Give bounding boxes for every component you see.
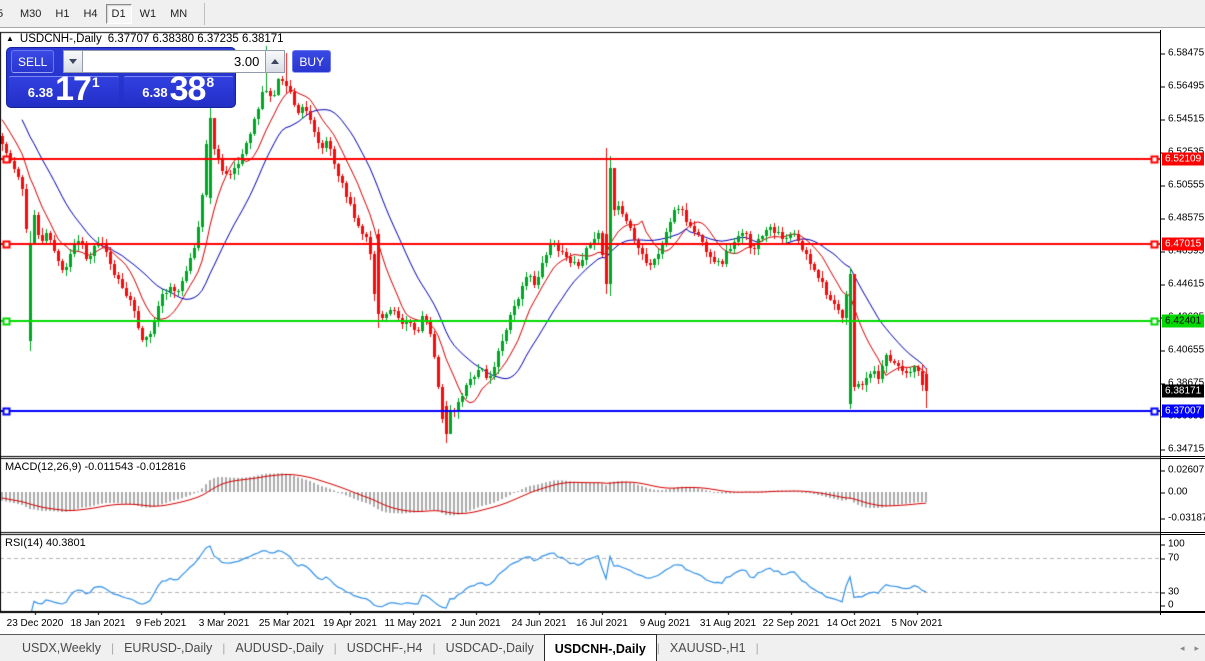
price-tick-label: 6.40655 (1161, 345, 1205, 356)
macd-scale-label: 0.00 (1161, 487, 1205, 498)
pane-separator (1161, 458, 1205, 459)
chart-tab-usdchf-h4[interactable]: USDCHF-,H4 (337, 635, 433, 661)
price-axis[interactable]: 6.584756.564956.545156.525356.505556.485… (1160, 30, 1205, 615)
rsi-indicator-label: RSI(14) 40.3801 (5, 537, 86, 549)
pane-separator (1161, 456, 1205, 457)
timeframe-button-mn[interactable]: MN (164, 4, 193, 24)
timeframe-button-h4[interactable]: H4 (77, 4, 103, 24)
price-tick-label: 6.34715 (1161, 444, 1205, 455)
buy-price-pip-digit: 8 (206, 74, 214, 90)
timeframe-toolbar: 5M30H1H4D1W1MN (0, 0, 1205, 28)
date-label: 18 Jan 2021 (70, 618, 125, 629)
rsi-scale-label: 70 (1161, 553, 1205, 564)
sell-price-pip-digit: 1 (92, 74, 100, 90)
date-label: 31 Aug 2021 (700, 618, 756, 629)
chart-title: ▲ USDCNH-,Daily 6.37707 6.38380 6.37235 … (6, 33, 284, 45)
price-chart-canvas[interactable] (0, 30, 1160, 615)
one-click-trading-panel: SELL BUY 6.38171 6.38388 (6, 47, 236, 108)
price-tick-label: 6.48575 (1161, 213, 1205, 224)
rsi-scale-label: 100 (1161, 539, 1205, 550)
macd-scale-label: 0.02607 (1161, 465, 1205, 476)
chart-tab-xauusd-h1[interactable]: XAUUSD-,H1 (660, 635, 756, 661)
volume-increase-button[interactable] (265, 50, 285, 73)
tabs-scroll-right-button[interactable]: ▸ (1194, 643, 1199, 654)
price-tick-label: 6.56495 (1161, 81, 1205, 92)
price-tick-label: 6.54515 (1161, 114, 1205, 125)
date-label: 2 Jun 2021 (451, 618, 501, 629)
buy-button[interactable]: BUY (292, 50, 331, 73)
timeframe-button-h1[interactable]: H1 (49, 4, 75, 24)
chart-tab-usdcad-daily[interactable]: USDCAD-,Daily (436, 635, 544, 661)
symbol-direction-icon: ▲ (6, 34, 14, 43)
date-label: 9 Feb 2021 (136, 618, 187, 629)
chart-symbol-label: USDCNH-,Daily (20, 33, 102, 45)
date-label: 16 Jul 2021 (576, 618, 628, 629)
timeframe-button-d1[interactable]: D1 (106, 4, 132, 24)
support-2-price-tag: 6.37007 (1162, 404, 1204, 417)
price-tick-label: 6.44615 (1161, 279, 1205, 290)
chart-tabs: USDX,Weekly|EURUSD-,Daily|AUDUSD-,Daily|… (0, 635, 759, 661)
resistance-2-price-tag: 6.47015 (1162, 238, 1204, 251)
sell-price-big-digits: 17 (55, 74, 91, 104)
date-label: 9 Aug 2021 (640, 618, 691, 629)
chart-ohlc-values: 6.37707 6.38380 6.37235 6.38171 (108, 33, 284, 45)
pane-separator (1161, 532, 1205, 533)
date-label: 3 Mar 2021 (199, 618, 250, 629)
chart-window: ▲ USDCNH-,Daily 6.37707 6.38380 6.37235 … (0, 30, 1205, 632)
date-label: 23 Dec 2020 (7, 618, 64, 629)
timeframe-button-5[interactable]: 5 (0, 4, 12, 24)
chart-tab-audusd-daily[interactable]: AUDUSD-,Daily (225, 635, 333, 661)
date-label: 14 Oct 2021 (827, 618, 881, 629)
pane-separator (1161, 534, 1205, 535)
resistance-1-price-tag: 6.52109 (1162, 153, 1204, 166)
buy-price-big-digits: 38 (170, 74, 206, 104)
chart-tab-eurusd-daily[interactable]: EURUSD-,Daily (114, 635, 222, 661)
triangle-up-icon (271, 59, 279, 64)
triangle-down-icon (69, 59, 77, 64)
current-price-tag: 6.38171 (1162, 385, 1204, 398)
toolbar-separator (204, 3, 205, 25)
date-label: 11 May 2021 (384, 618, 441, 629)
price-tick-label: 6.50555 (1161, 180, 1205, 191)
mt4-terminal-window: 5M30H1H4D1W1MN ▲ USDCNH-,Daily 6.37707 6… (0, 0, 1205, 661)
timeframe-button-w1[interactable]: W1 (134, 4, 163, 24)
time-axis[interactable]: 23 Dec 2020 18 Jan 2021 9 Feb 2021 3 Mar 20… (0, 615, 1160, 632)
date-label: 5 Nov 2021 (891, 618, 942, 629)
date-label: 22 Sep 2021 (763, 618, 820, 629)
chart-tab-usdcnh-daily[interactable]: USDCNH-,Daily (544, 634, 657, 661)
chart-tab-bar: USDX,Weekly|EURUSD-,Daily|AUDUSD-,Daily|… (0, 634, 1205, 661)
price-tick-label: 6.58475 (1161, 48, 1205, 59)
rsi-scale-label: 30 (1161, 587, 1205, 598)
date-label: 25 Mar 2021 (259, 618, 315, 629)
tabs-scroll-left-button[interactable]: ◂ (1180, 643, 1185, 654)
buy-price-display[interactable]: 6.38388 (124, 76, 234, 105)
date-label: 24 Jun 2021 (511, 618, 566, 629)
tab-navigation: ◂ ▸ (1180, 635, 1199, 661)
macd-indicator-label: MACD(12,26,9) -0.011543 -0.012816 (5, 461, 186, 473)
pane-separator (1161, 612, 1205, 613)
rsi-scale-label: 0 (1161, 600, 1205, 611)
sell-price-prefix: 6.38 (28, 85, 53, 100)
support-1-price-tag: 6.42401 (1162, 314, 1204, 327)
macd-scale-label: -0.03187 (1161, 513, 1205, 524)
timeframe-button-m30[interactable]: M30 (14, 4, 47, 24)
chart-tab-usdx-weekly[interactable]: USDX,Weekly (12, 635, 111, 661)
date-label: 19 Apr 2021 (323, 618, 377, 629)
tab-separator: | (756, 635, 759, 661)
sell-button[interactable]: SELL (11, 50, 54, 73)
buy-price-prefix: 6.38 (142, 85, 167, 100)
sell-price-display[interactable]: 6.38171 (9, 76, 119, 105)
